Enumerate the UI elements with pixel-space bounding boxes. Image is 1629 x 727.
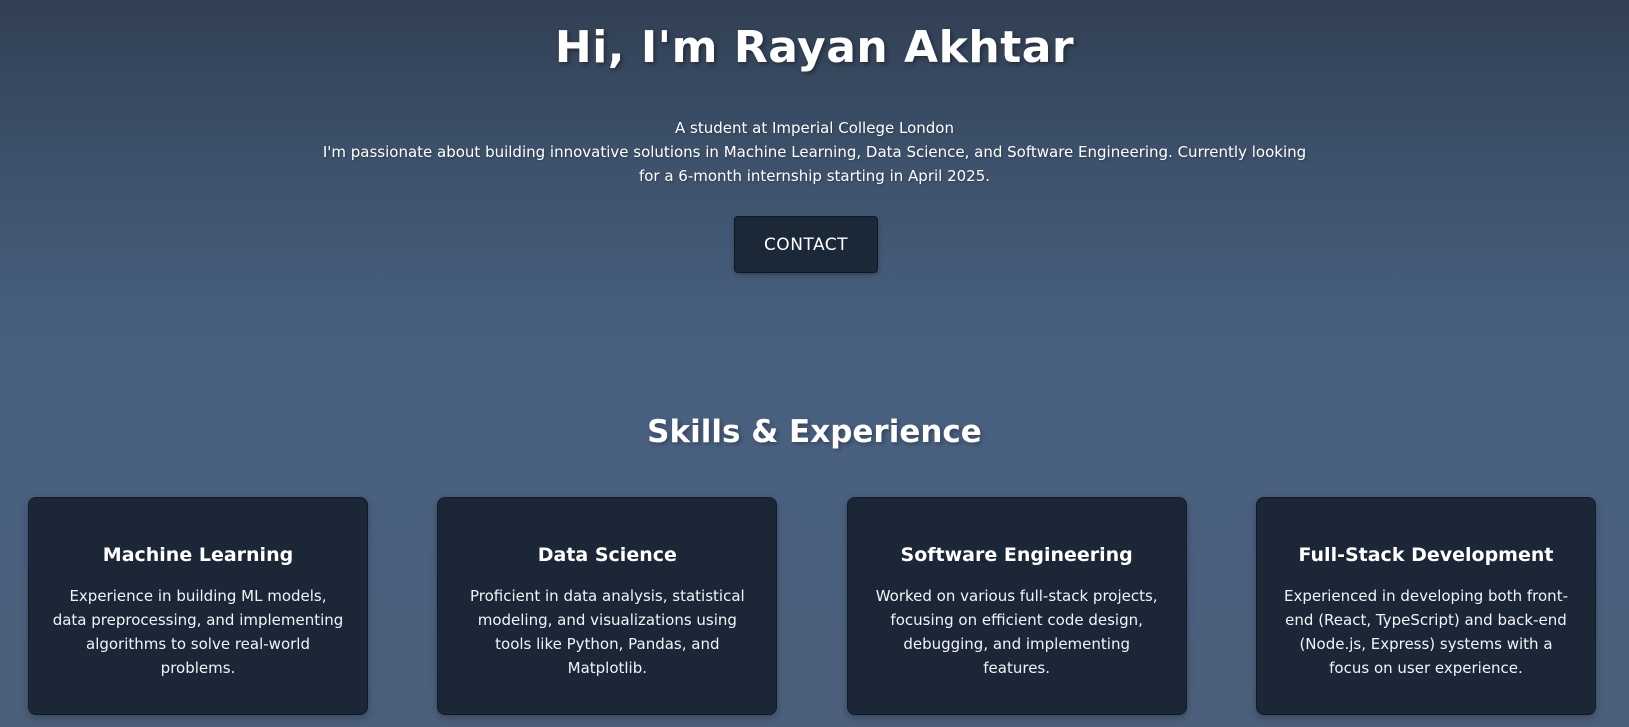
skill-card-machine-learning: Machine Learning Experience in building … <box>28 497 368 715</box>
hero-title: Hi, I'm Rayan Akhtar <box>554 22 1075 73</box>
skill-card-data-science: Data Science Proficient in data analysis… <box>437 497 778 715</box>
skills-section-title: Skills & Experience <box>647 414 982 450</box>
skill-card-description: Experience in building ML models, data p… <box>52 587 344 677</box>
contact-button[interactable]: CONTACT <box>734 216 878 273</box>
hero-description: I'm passionate about building innovative… <box>322 143 1307 185</box>
skill-card-description: Worked on various full-stack projects, f… <box>875 587 1158 677</box>
skill-card-title: Machine Learning <box>102 544 294 566</box>
skill-card-title: Full-Stack Development <box>1298 544 1554 566</box>
hero-tagline: A student at Imperial College London <box>675 119 954 137</box>
skills-card-list: Machine Learning Experience in building … <box>28 497 1596 715</box>
skill-card-title: Data Science <box>537 544 677 566</box>
skill-card-description: Experienced in developing both front-end… <box>1283 587 1568 677</box>
skill-card-title: Software Engineering <box>900 544 1133 566</box>
skill-card-description: Proficient in data analysis, statistical… <box>469 587 745 677</box>
hero-subtitle: A student at Imperial College London I'm… <box>314 116 1315 188</box>
skill-card-full-stack: Full-Stack Development Experienced in de… <box>1255 497 1596 715</box>
skill-card-software-engineering: Software Engineering Worked on various f… <box>846 497 1187 715</box>
